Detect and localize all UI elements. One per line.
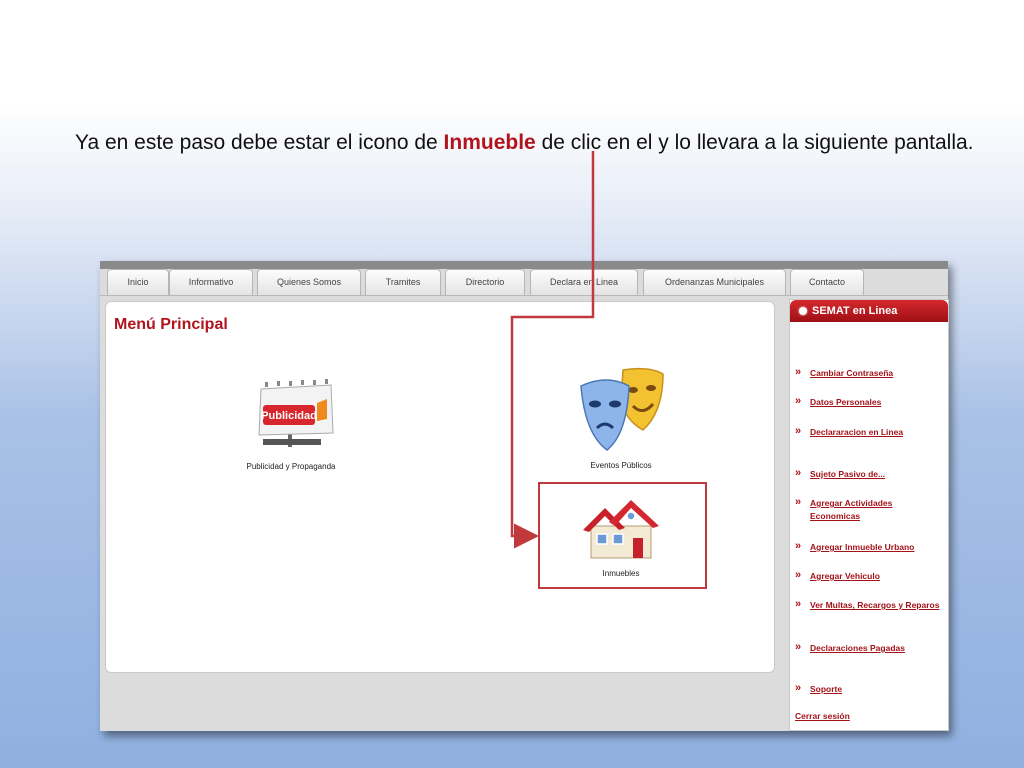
semat-sidebar: SEMAT en Linea » Cambiar Contraseña » Dato… [789,299,949,731]
chevron-right-icon: » [795,366,802,378]
instruction-text-end: de clic en el y lo llevara a la siguient… [535,131,974,154]
instruction-text: Ya en este paso debe estar el icono de I… [75,113,1005,172]
chevron-right-icon: » [795,467,802,479]
link-label: Declararacion en Linea [810,427,904,437]
chevron-right-icon: » [795,395,802,407]
link-ver-multas[interactable]: » Ver Multas, Recargos y Reparos [795,598,940,612]
top-strip [100,261,948,269]
main-menu-panel: Menú Principal Publicidad Publicidad y P… [105,301,775,673]
instruction-text-start: Ya en este paso debe estar el icono de [75,131,444,154]
link-soporte[interactable]: » Soporte [795,682,940,696]
theater-masks-icon [580,367,664,451]
link-agregar-actividades[interactable]: » Agregar Actividades Economicas [795,496,940,523]
link-label: Datos Personales [810,397,882,407]
chevron-right-icon: » [795,598,802,610]
link-agregar-vehiculo[interactable]: » Agregar Vehiculo [795,569,940,583]
chevron-right-icon: » [795,540,802,552]
website-screenshot: Inicio Informativo Quienes Somos Tramite… [100,261,949,731]
link-label: Declaraciones Pagadas [810,643,905,653]
sidebar-title: SEMAT en Linea [812,305,898,317]
link-label: Agregar Actividades Economicas [810,498,893,521]
link-label: Agregar Vehiculo [810,571,880,581]
publicidad-item[interactable]: Publicidad Publicidad y Propaganda [226,377,356,471]
link-label: Sujeto Pasivo de... [810,469,886,479]
link-cambiar-contrasena[interactable]: » Cambiar Contraseña [795,366,940,380]
eventos-item[interactable]: Eventos Públicos [556,364,686,470]
tab-divider [100,295,948,296]
logout-label: Cerrar sesión [795,711,850,721]
billboard-sign-text: Publicidad [261,410,317,422]
link-label: Ver Multas, Recargos y Reparos [810,600,940,610]
billboard-icon: Publicidad [258,379,334,447]
eventos-label: Eventos Públicos [590,461,652,470]
chevron-right-icon: » [795,569,802,581]
instruction-highlight: Inmueble [443,131,536,154]
publicidad-label: Publicidad y Propaganda [246,462,336,471]
tab-directorio[interactable]: Directorio [445,269,525,295]
link-declaracion-en-linea[interactable]: » Declararacion en Linea [795,425,940,439]
chevron-right-icon: » [795,425,802,437]
link-label: Soporte [810,684,843,694]
tab-tramites[interactable]: Tramites [365,269,441,295]
link-declaraciones-pagadas[interactable]: » Declaraciones Pagadas [795,641,940,655]
tab-quienes-somos[interactable]: Quienes Somos [257,269,361,295]
link-label: Cambiar Contraseña [810,368,894,378]
chevron-right-icon: » [795,641,802,653]
link-datos-personales[interactable]: » Datos Personales [795,395,940,409]
inmuebles-highlight-box [538,482,707,589]
link-label: Agregar Inmueble Urbano [810,542,915,552]
chevron-right-icon: » [795,496,802,508]
link-sujeto-pasivo[interactable]: » Sujeto Pasivo de... [795,467,940,481]
tab-inicio[interactable]: Inicio [107,269,169,295]
tab-declara-en-linea[interactable]: Declara en Linea [530,269,638,295]
link-agregar-inmueble[interactable]: » Agregar Inmueble Urbano [795,540,940,554]
chevron-right-icon: » [795,682,802,694]
sidebar-header: SEMAT en Linea [790,300,948,322]
link-cerrar-sesion[interactable]: Cerrar sesión [795,710,925,723]
tab-contacto[interactable]: Contacto [790,269,864,295]
bullet-icon [799,307,807,315]
tab-ordenanzas-municipales[interactable]: Ordenanzas Municipales [643,269,786,295]
menu-title: Menú Principal [114,316,228,333]
tab-informativo[interactable]: Informativo [169,269,253,295]
